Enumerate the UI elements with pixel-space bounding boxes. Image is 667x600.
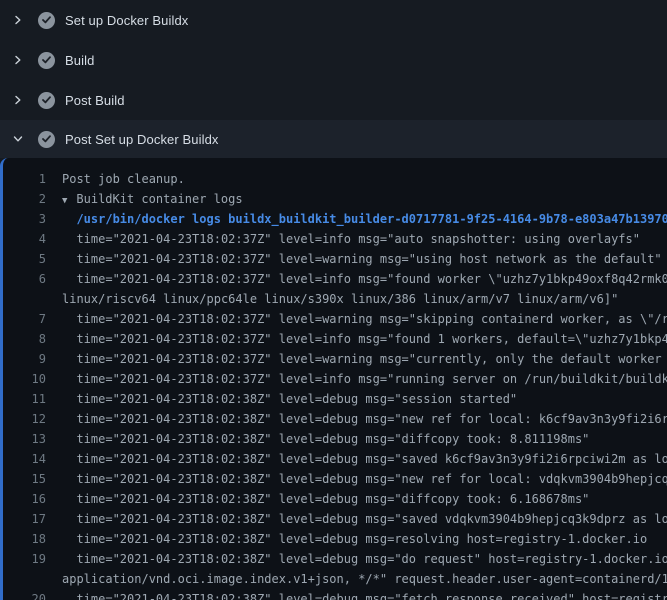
log-line-number: [3, 289, 46, 309]
log-line-number[interactable]: 12: [3, 409, 46, 429]
chevron-down-icon: [13, 134, 23, 144]
log-line-number[interactable]: 18: [3, 529, 46, 549]
log-line: 1Post job cleanup.: [3, 169, 667, 189]
log-line-text: time="2021-04-23T18:02:38Z" level=debug …: [46, 489, 589, 509]
log-line-number[interactable]: 2: [3, 189, 46, 209]
log-line: 11 time="2021-04-23T18:02:38Z" level=deb…: [3, 389, 667, 409]
step-header-build[interactable]: Build: [0, 40, 667, 80]
log-line: 6 time="2021-04-23T18:02:37Z" level=info…: [3, 269, 667, 289]
log-line-text: time="2021-04-23T18:02:37Z" level=warnin…: [46, 309, 667, 329]
log-line: 14 time="2021-04-23T18:02:38Z" level=deb…: [3, 449, 667, 469]
log-line-text: time="2021-04-23T18:02:38Z" level=debug …: [46, 389, 517, 409]
log-line: 8 time="2021-04-23T18:02:37Z" level=info…: [3, 329, 667, 349]
log-line: 16 time="2021-04-23T18:02:38Z" level=deb…: [3, 489, 667, 509]
log-line: 10 time="2021-04-23T18:02:37Z" level=inf…: [3, 369, 667, 389]
log-line-number: [3, 569, 46, 589]
log-line-text: time="2021-04-23T18:02:37Z" level=warnin…: [46, 249, 662, 269]
log-line-text: time="2021-04-23T18:02:38Z" level=debug …: [46, 549, 667, 569]
check-circle-icon: [38, 131, 55, 148]
log-line: 4 time="2021-04-23T18:02:37Z" level=info…: [3, 229, 667, 249]
log-line: 20 time="2021-04-23T18:02:38Z" level=deb…: [3, 589, 667, 600]
log-line-text: time="2021-04-23T18:02:37Z" level=info m…: [46, 229, 640, 249]
log-line: 9 time="2021-04-23T18:02:37Z" level=warn…: [3, 349, 667, 369]
log-line-number[interactable]: 8: [3, 329, 46, 349]
log-line-text: time="2021-04-23T18:02:38Z" level=debug …: [46, 409, 667, 429]
log-line: 19 time="2021-04-23T18:02:38Z" level=deb…: [3, 549, 667, 569]
log-line-number[interactable]: 6: [3, 269, 46, 289]
step-label: Post Build: [65, 93, 125, 108]
log-line-number[interactable]: 16: [3, 489, 46, 509]
log-line-number[interactable]: 13: [3, 429, 46, 449]
log-line-number[interactable]: 7: [3, 309, 46, 329]
step-header-post-build[interactable]: Post Build: [0, 80, 667, 120]
chevron-right-icon: [13, 95, 23, 105]
log-line: 13 time="2021-04-23T18:02:38Z" level=deb…: [3, 429, 667, 449]
check-circle-icon: [38, 12, 55, 29]
log-line-number[interactable]: 15: [3, 469, 46, 489]
log-line-number[interactable]: 11: [3, 389, 46, 409]
log-line: 15 time="2021-04-23T18:02:38Z" level=deb…: [3, 469, 667, 489]
step-header-post-set-up-docker-buildx[interactable]: Post Set up Docker Buildx: [0, 120, 667, 158]
log-line-number[interactable]: 14: [3, 449, 46, 469]
log-line-text: time="2021-04-23T18:02:38Z" level=debug …: [46, 509, 667, 529]
log-line: 5 time="2021-04-23T18:02:37Z" level=warn…: [3, 249, 667, 269]
log-line: 18 time="2021-04-23T18:02:38Z" level=deb…: [3, 529, 667, 549]
log-line-text: time="2021-04-23T18:02:38Z" level=debug …: [46, 589, 667, 600]
log-line-number[interactable]: 4: [3, 229, 46, 249]
log-line-number[interactable]: 17: [3, 509, 46, 529]
log-line: linux/riscv64 linux/ppc64le linux/s390x …: [3, 289, 667, 309]
log-line: 3 /usr/bin/docker logs buildx_buildkit_b…: [3, 209, 667, 229]
triangle-down-icon[interactable]: ▼: [62, 191, 76, 211]
step-label: Set up Docker Buildx: [65, 13, 188, 28]
log-line-text: time="2021-04-23T18:02:38Z" level=debug …: [46, 449, 667, 469]
log-line-number[interactable]: 5: [3, 249, 46, 269]
chevron-right-icon: [13, 15, 23, 25]
log-panel: 1Post job cleanup.2▼BuildKit container l…: [0, 158, 667, 600]
log-line-text: linux/riscv64 linux/ppc64le linux/s390x …: [46, 289, 618, 309]
log-line: 12 time="2021-04-23T18:02:38Z" level=deb…: [3, 409, 667, 429]
log-line-number[interactable]: 1: [3, 169, 46, 189]
log-line-text: application/vnd.oci.image.index.v1+json,…: [46, 569, 667, 589]
log-line-text: time="2021-04-23T18:02:38Z" level=debug …: [46, 429, 589, 449]
step-list: Set up Docker Buildx Build Post Build Post …: [0, 0, 667, 158]
step-header-set-up-docker-buildx[interactable]: Set up Docker Buildx: [0, 0, 667, 40]
log-line-number[interactable]: 20: [3, 589, 46, 600]
log-line-number[interactable]: 10: [3, 369, 46, 389]
chevron-right-icon: [13, 55, 23, 65]
log-line-text: Post job cleanup.: [46, 169, 185, 189]
check-circle-icon: [38, 52, 55, 69]
log-line: 7 time="2021-04-23T18:02:37Z" level=warn…: [3, 309, 667, 329]
log-line-number[interactable]: 3: [3, 209, 46, 229]
step-label: Post Set up Docker Buildx: [65, 132, 219, 147]
log-line-number[interactable]: 9: [3, 349, 46, 369]
log-line-text: time="2021-04-23T18:02:37Z" level=warnin…: [46, 349, 667, 369]
log-group-title[interactable]: BuildKit container logs: [76, 192, 242, 206]
log-line-text: time="2021-04-23T18:02:37Z" level=info m…: [46, 269, 667, 289]
log-line-number[interactable]: 19: [3, 549, 46, 569]
log-line-text: time="2021-04-23T18:02:38Z" level=debug …: [46, 469, 667, 489]
log-line-text: time="2021-04-23T18:02:38Z" level=debug …: [46, 529, 647, 549]
log-line-text: ▼BuildKit container logs: [46, 189, 243, 209]
check-circle-icon: [38, 92, 55, 109]
workflow-log-viewer: Set up Docker Buildx Build Post Build Post …: [0, 0, 667, 600]
log-line: application/vnd.oci.image.index.v1+json,…: [3, 569, 667, 589]
log-line: 17 time="2021-04-23T18:02:38Z" level=deb…: [3, 509, 667, 529]
step-label: Build: [65, 53, 94, 68]
log-line: 2▼BuildKit container logs: [3, 189, 667, 209]
log-line-text: time="2021-04-23T18:02:37Z" level=info m…: [46, 369, 667, 389]
log-command-text: /usr/bin/docker logs buildx_buildkit_bui…: [46, 209, 667, 229]
log-line-text: time="2021-04-23T18:02:37Z" level=info m…: [46, 329, 667, 349]
